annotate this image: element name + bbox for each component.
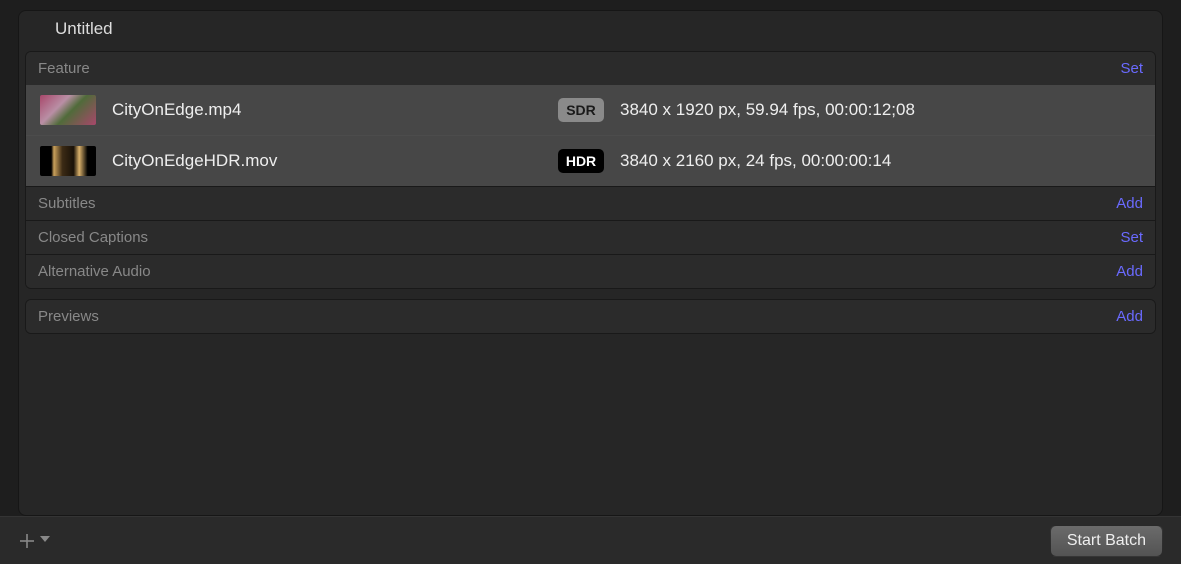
batch-title: Untitled <box>19 11 1162 45</box>
feature-file-list: CityOnEdge.mp4 SDR 3840 x 1920 px, 59.94… <box>26 85 1155 186</box>
file-thumbnail <box>40 146 96 176</box>
feature-file-row[interactable]: CityOnEdge.mp4 SDR 3840 x 1920 px, 59.94… <box>26 85 1155 135</box>
chevron-down-icon <box>40 535 50 546</box>
subtitles-header: Subtitles Add <box>26 186 1155 220</box>
subtitles-label: Subtitles <box>38 195 96 212</box>
feature-header: Feature Set <box>26 52 1155 85</box>
feature-file-row[interactable]: CityOnEdgeHDR.mov HDR 3840 x 2160 px, 24… <box>26 135 1155 186</box>
hdr-badge: HDR <box>558 149 604 173</box>
file-name: CityOnEdge.mp4 <box>112 100 542 120</box>
subtitles-add-button[interactable]: Add <box>1116 195 1143 212</box>
alternative-audio-label: Alternative Audio <box>38 263 151 280</box>
sdr-badge: SDR <box>558 98 604 122</box>
file-name: CityOnEdgeHDR.mov <box>112 151 542 171</box>
closed-captions-label: Closed Captions <box>38 229 148 246</box>
feature-set-button[interactable]: Set <box>1120 60 1143 77</box>
batch-panel: Untitled Feature Set CityOnEdge.mp4 SDR … <box>18 10 1163 516</box>
plus-icon <box>18 532 36 550</box>
previews-add-button[interactable]: Add <box>1116 308 1143 325</box>
closed-captions-set-button[interactable]: Set <box>1120 229 1143 246</box>
closed-captions-header: Closed Captions Set <box>26 220 1155 254</box>
feature-label: Feature <box>38 60 90 77</box>
file-thumbnail <box>40 95 96 125</box>
previews-header: Previews Add <box>26 300 1155 333</box>
alternative-audio-add-button[interactable]: Add <box>1116 263 1143 280</box>
start-batch-button[interactable]: Start Batch <box>1050 525 1163 557</box>
feature-section: Feature Set CityOnEdge.mp4 SDR 3840 x 19… <box>25 51 1156 289</box>
bottom-toolbar: Start Batch <box>0 516 1181 564</box>
file-info: 3840 x 1920 px, 59.94 fps, 00:00:12;08 <box>620 100 915 120</box>
file-info: 3840 x 2160 px, 24 fps, 00:00:00:14 <box>620 151 891 171</box>
previews-label: Previews <box>38 308 99 325</box>
alternative-audio-header: Alternative Audio Add <box>26 254 1155 288</box>
add-menu-button[interactable] <box>18 532 50 550</box>
previews-section: Previews Add <box>25 299 1156 334</box>
